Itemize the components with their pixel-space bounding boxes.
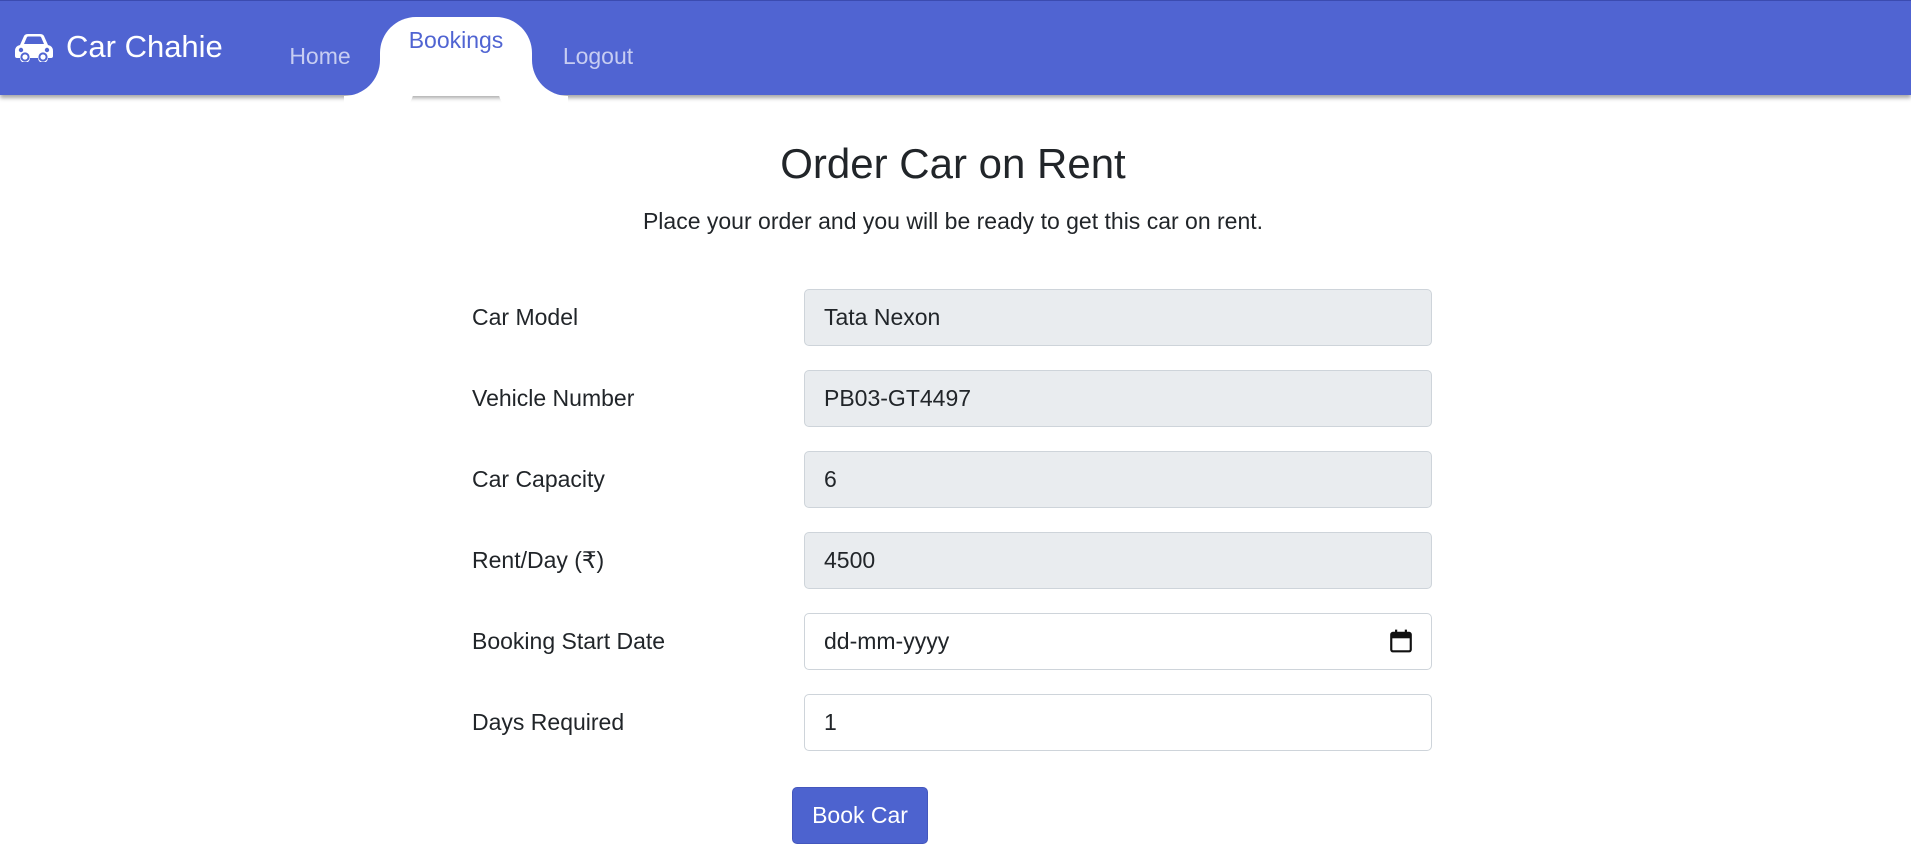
book-car-button[interactable]: Book Car — [792, 787, 928, 844]
booking-start-date-wrapper: dd-mm-yyyy — [804, 613, 1432, 670]
calendar-icon[interactable] — [1388, 628, 1414, 654]
booking-start-date-label: Booking Start Date — [472, 628, 666, 654]
car-icon — [15, 34, 53, 62]
navbar: Car Chahie Home Bookings Logout — [0, 0, 1911, 96]
form-row-rent-per-day: Rent/Day (₹) — [472, 532, 1432, 589]
booking-start-date-field[interactable]: dd-mm-yyyy — [804, 613, 1432, 670]
brand-name: Car Chahie — [66, 29, 223, 64]
page-subtitle: Place your order and you will be ready t… — [642, 208, 1264, 234]
form-row-car-capacity: Car Capacity — [472, 451, 1432, 508]
form-row-days-required: Days Required — [472, 694, 1432, 751]
rent-per-day-label: Rent/Day (₹) — [472, 547, 605, 573]
car-capacity-label: Car Capacity — [472, 466, 605, 492]
rent-per-day-field[interactable] — [804, 532, 1432, 589]
form-row-vehicle-number: Vehicle Number — [472, 370, 1432, 427]
nav-bookings[interactable]: Bookings — [380, 17, 532, 96]
form-row-booking-start-date: Booking Start Date dd-mm-yyyy — [472, 613, 1432, 670]
vehicle-number-label: Vehicle Number — [472, 385, 635, 411]
days-required-field[interactable] — [804, 694, 1432, 751]
vehicle-number-field[interactable] — [804, 370, 1432, 427]
brand-link[interactable]: Car Chahie — [14, 27, 223, 67]
page-title: Order Car on Rent — [780, 140, 1126, 187]
days-required-label: Days Required — [472, 709, 625, 735]
nav-logout[interactable]: Logout — [556, 17, 640, 96]
car-model-label: Car Model — [472, 304, 579, 330]
car-capacity-field[interactable] — [804, 451, 1432, 508]
car-model-field[interactable] — [804, 289, 1432, 346]
form-row-car-model: Car Model — [472, 289, 1432, 346]
